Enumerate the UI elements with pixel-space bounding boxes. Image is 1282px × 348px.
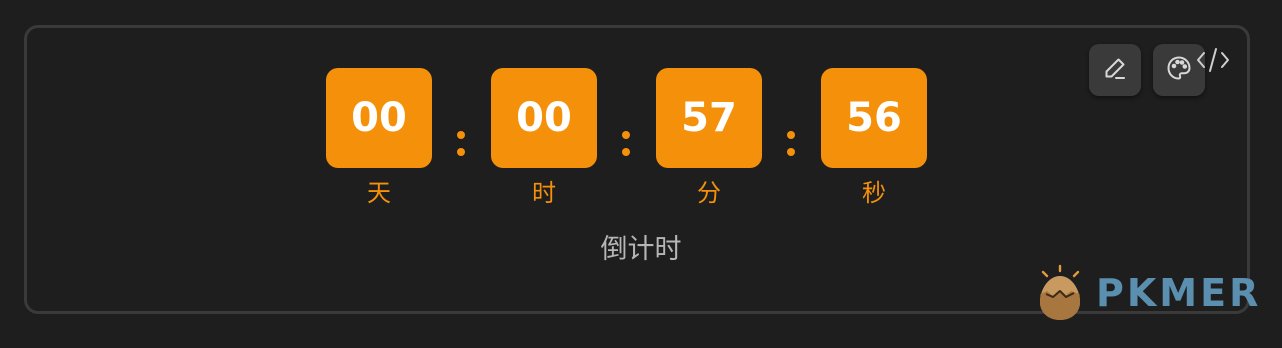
countdown-unit-hours: 00 时 <box>491 68 597 208</box>
days-value: 00 <box>326 68 432 168</box>
pkmer-brand-text: PKMER <box>1096 271 1262 315</box>
countdown-unit-days: 00 天 <box>326 68 432 208</box>
palette-icon <box>1165 54 1193 86</box>
countdown-unit-minutes: 57 分 <box>656 68 762 208</box>
egg-logo-icon <box>1032 264 1092 326</box>
hours-value: 00 <box>491 68 597 168</box>
separator-colon <box>456 131 466 157</box>
separator-dot <box>457 148 465 156</box>
edit-button[interactable] <box>1089 44 1141 96</box>
days-label: 天 <box>367 179 391 207</box>
minutes-label: 分 <box>697 179 721 207</box>
separator-dot <box>457 131 465 139</box>
separator-dot <box>787 148 795 156</box>
separator-dot <box>787 131 795 139</box>
pkmer-watermark: PKMER <box>1032 264 1264 322</box>
minutes-value: 57 <box>656 68 762 168</box>
seconds-label: 秒 <box>862 179 886 207</box>
separator-colon <box>786 131 796 157</box>
seconds-value: 56 <box>821 68 927 168</box>
hours-label: 时 <box>532 179 556 207</box>
separator-dot <box>622 148 630 156</box>
separator-colon <box>621 131 631 157</box>
code-icon[interactable] <box>1194 44 1232 76</box>
countdown-unit-seconds: 56 秒 <box>821 68 927 208</box>
pencil-icon <box>1102 55 1128 85</box>
countdown-caption: 倒计时 <box>600 234 682 265</box>
separator-dot <box>622 131 630 139</box>
